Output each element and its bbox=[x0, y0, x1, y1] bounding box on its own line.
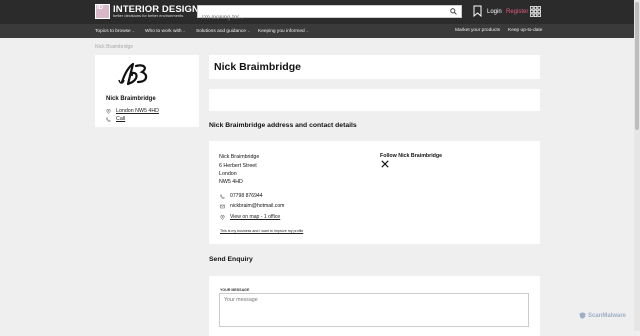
logo-mark-text: ID bbox=[97, 5, 103, 11]
bookmark-icon[interactable] bbox=[473, 5, 482, 17]
logo-mark: ID bbox=[95, 4, 110, 19]
logo-tagline: better decisions for better environments bbox=[113, 13, 184, 19]
call-link[interactable]: Call bbox=[116, 116, 125, 122]
top-header: ID INTERIOR DESIGN better decisions for … bbox=[0, 0, 640, 24]
empty-panel bbox=[209, 89, 540, 111]
chevron-down-icon: ⌄ bbox=[305, 28, 310, 33]
send-enquiry-heading: Send Enquiry bbox=[209, 256, 253, 263]
shield-icon bbox=[579, 312, 586, 319]
phone-icon bbox=[106, 116, 111, 122]
site-logo[interactable]: ID INTERIOR DESIGN better decisions for … bbox=[95, 4, 199, 19]
watermark-text: ScanMalware bbox=[588, 312, 627, 319]
page-scrollbar-thumb[interactable] bbox=[635, 2, 639, 130]
follow-label: Follow Nick Braimbridge bbox=[380, 153, 443, 159]
nav-solutions-guidance[interactable]: Solutions and guidance⌄ bbox=[196, 28, 250, 34]
register-link[interactable]: Register bbox=[506, 9, 528, 15]
view-on-map-link[interactable]: View on map - 1 office bbox=[230, 214, 280, 220]
profile-location-link[interactable]: London NW5 4HD bbox=[116, 108, 159, 114]
improve-profile-link[interactable]: This is my business and I want to improv… bbox=[220, 229, 303, 233]
nav-who-to-work-with[interactable]: Who to work with⌄ bbox=[145, 28, 186, 34]
nav-keep-up-to-date[interactable]: Keep up-to-date bbox=[508, 28, 542, 33]
contact-section-heading: Nick Braimbridge address and contact det… bbox=[209, 122, 357, 129]
breadcrumb[interactable]: Nick Braimbridge bbox=[95, 44, 133, 50]
chevron-down-icon: ⌄ bbox=[246, 28, 251, 33]
chevron-down-icon: ⌄ bbox=[131, 28, 136, 33]
nav-topics-to-browse[interactable]: Topics to browse⌄ bbox=[95, 28, 135, 34]
search-input[interactable] bbox=[198, 12, 446, 24]
envelope-icon bbox=[220, 204, 225, 208]
profile-location-row: London NW5 4HD bbox=[106, 108, 159, 114]
chevron-down-icon: ⌄ bbox=[182, 28, 186, 33]
profile-call-row: Call bbox=[106, 116, 125, 122]
x-twitter-icon[interactable] bbox=[381, 160, 389, 168]
nav-market-products[interactable]: Market your products bbox=[455, 28, 500, 33]
email-row: nickbraim@hotmail.com bbox=[220, 203, 284, 209]
company-logo bbox=[118, 62, 148, 86]
login-link[interactable]: Login bbox=[487, 9, 502, 15]
profile-name: Nick Braimbridge bbox=[106, 96, 156, 102]
message-label: YOUR MESSAGE bbox=[220, 288, 250, 292]
location-pin-icon bbox=[220, 214, 225, 220]
contact-name: Nick Braimbridge bbox=[219, 154, 260, 160]
phone-row: 07798 876944 bbox=[220, 193, 263, 199]
phone-icon bbox=[220, 193, 225, 199]
address-line: NW5 4HD bbox=[219, 179, 243, 185]
search-box bbox=[197, 5, 462, 24]
apps-grid-icon[interactable] bbox=[530, 6, 541, 17]
main-nav: Topics to browse⌄ Who to work with⌄ Solu… bbox=[0, 24, 640, 38]
nav-keeping-informed[interactable]: Keeping you informed⌄ bbox=[258, 28, 309, 34]
address-line: London bbox=[219, 171, 237, 177]
search-icon[interactable] bbox=[450, 8, 457, 15]
map-row: View on map - 1 office bbox=[220, 214, 280, 220]
page-title: Nick Braimbridge bbox=[214, 61, 301, 73]
address-line: 6 Herbert Street bbox=[219, 163, 257, 169]
message-textarea[interactable] bbox=[219, 293, 529, 327]
location-pin-icon bbox=[106, 108, 111, 114]
phone-number[interactable]: 07798 876944 bbox=[230, 193, 263, 199]
email-address[interactable]: nickbraim@hotmail.com bbox=[230, 203, 284, 209]
watermark: ScanMalware bbox=[579, 312, 626, 319]
